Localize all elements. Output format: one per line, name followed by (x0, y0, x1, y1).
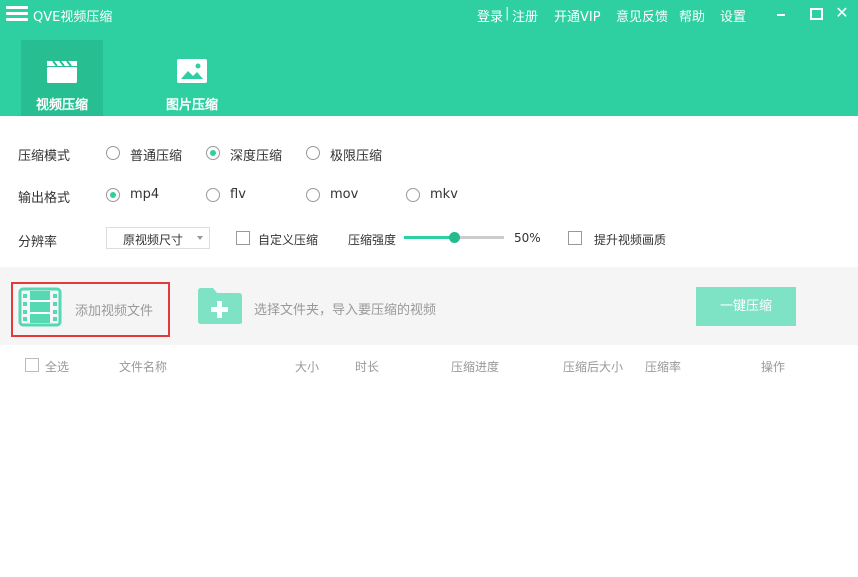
login-link[interactable]: 登录 (477, 6, 503, 25)
add-folder-icon[interactable] (196, 287, 243, 325)
enhance-quality-checkbox[interactable] (568, 231, 582, 245)
tab-video-label: 视频压缩 (35, 98, 88, 113)
radio-extreme-compress[interactable] (306, 146, 320, 160)
close-icon[interactable]: ✕ (833, 4, 851, 22)
column-progress: 压缩进度 (451, 360, 500, 374)
custom-compress-checkbox[interactable] (236, 231, 250, 245)
slider-handle[interactable] (449, 232, 460, 243)
tab-image-label: 图片压缩 (165, 98, 218, 113)
select-all-label[interactable]: 全选 (45, 358, 69, 375)
column-actions: 操作 (761, 360, 786, 374)
slider-fill (404, 236, 454, 239)
radio-flv[interactable] (206, 188, 220, 202)
help-link[interactable]: 帮助 (679, 6, 705, 25)
file-list (0, 380, 858, 577)
option-extreme-compress[interactable]: 极限压缩 (330, 145, 382, 164)
enhance-quality-label[interactable]: 提升视频画质 (594, 231, 666, 248)
output-format-label: 输出格式 (18, 191, 71, 206)
title-bar: QVE视频压缩 登录 | 注册 开通VIP 意见反馈 帮助 设置 ✕ (0, 0, 858, 30)
option-flv[interactable]: flv (230, 187, 246, 202)
settings-link[interactable]: 设置 (720, 6, 746, 25)
radio-mp4[interactable] (106, 188, 120, 202)
resolution-select[interactable]: 原视频尺寸 (106, 227, 210, 249)
radio-mkv[interactable] (406, 188, 420, 202)
column-compressed-size: 压缩后大小 (563, 360, 624, 374)
one-key-compress-button[interactable]: 一键压缩 (696, 287, 796, 326)
option-mkv[interactable]: mkv (430, 187, 458, 202)
option-deep-compress[interactable]: 深度压缩 (230, 145, 282, 164)
resolution-label: 分辨率 (18, 235, 58, 250)
radio-deep-compress[interactable] (206, 146, 220, 160)
register-link[interactable]: 注册 (512, 6, 538, 25)
compress-strength-slider[interactable] (404, 232, 504, 243)
resolution-value: 原视频尺寸 (123, 233, 184, 247)
vip-link[interactable]: 开通VIP (554, 6, 601, 25)
compress-strength-value: 50% (514, 231, 541, 245)
clapperboard-icon (47, 60, 77, 83)
select-folder-label[interactable]: 选择文件夹，导入要压缩的视频 (254, 299, 436, 318)
compress-strength-label: 压缩强度 (348, 233, 397, 247)
column-file-name: 文件名称 (119, 360, 168, 374)
option-mov[interactable]: mov (330, 187, 358, 202)
column-compression-rate: 压缩率 (645, 360, 682, 374)
option-mp4[interactable]: mp4 (130, 187, 159, 202)
select-all-checkbox[interactable] (25, 358, 39, 372)
column-duration: 时长 (355, 360, 380, 374)
add-video-button[interactable]: 添加视频文件 (11, 282, 170, 337)
add-video-label: 添加视频文件 (75, 304, 154, 319)
column-size: 大小 (295, 360, 320, 374)
custom-compress-label[interactable]: 自定义压缩 (258, 231, 318, 248)
app-header: QVE视频压缩 登录 | 注册 开通VIP 意见反馈 帮助 设置 ✕ 视频压缩 … (0, 0, 858, 116)
image-icon (177, 59, 207, 83)
radio-mov[interactable] (306, 188, 320, 202)
chevron-down-icon (197, 236, 203, 240)
compress-mode-label: 压缩模式 (18, 149, 71, 164)
link-separator: | (505, 6, 510, 21)
feedback-link[interactable]: 意见反馈 (616, 6, 668, 25)
radio-normal-compress[interactable] (106, 146, 120, 160)
maximize-icon[interactable] (806, 4, 824, 22)
option-normal-compress[interactable]: 普通压缩 (130, 145, 182, 164)
tab-video-compress[interactable]: 视频压缩 (21, 40, 103, 116)
tab-image-compress[interactable]: 图片压缩 (151, 40, 233, 116)
top-links: 登录 | 注册 开通VIP 意见反馈 帮助 设置 (0, 6, 858, 25)
minimize-icon[interactable] (772, 4, 790, 22)
film-icon (18, 287, 62, 327)
